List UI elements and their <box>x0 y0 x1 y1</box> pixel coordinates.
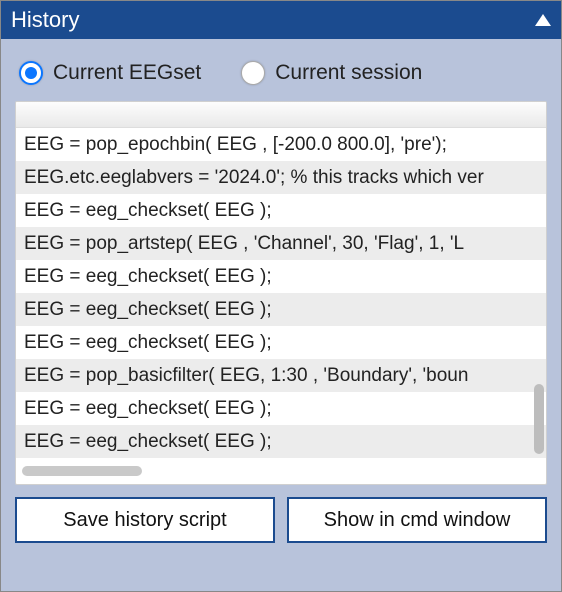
list-item[interactable]: EEG = pop_basicfilter( EEG, 1:30 , 'Boun… <box>16 359 546 392</box>
save-history-script-button[interactable]: Save history script <box>15 497 275 543</box>
list-viewport: EEG = pop_epochbin( EEG , [-200.0 800.0]… <box>16 128 546 458</box>
radio-label: Current EEGset <box>53 61 201 85</box>
history-list[interactable]: EEG = pop_epochbin( EEG , [-200.0 800.0]… <box>15 101 547 485</box>
panel-header: History <box>1 1 561 39</box>
button-row: Save history script Show in cmd window <box>15 497 547 543</box>
list-item[interactable]: EEG = eeg_checkset( EEG ); <box>16 425 546 458</box>
vertical-scrollbar[interactable] <box>532 130 544 454</box>
horizontal-scrollbar-thumb[interactable] <box>22 466 142 476</box>
radio-icon <box>241 61 265 85</box>
list-header-band <box>16 102 546 128</box>
panel-body: Current EEGset Current session EEG = pop… <box>1 39 561 553</box>
list-item[interactable]: EEG = pop_epochbin( EEG , [-200.0 800.0]… <box>16 128 546 161</box>
radio-label: Current session <box>275 61 422 85</box>
list-item[interactable]: EEG = eeg_checkset( EEG ); <box>16 392 546 425</box>
panel-title: History <box>11 7 79 33</box>
show-cmd-window-button[interactable]: Show in cmd window <box>287 497 547 543</box>
history-panel: History Current EEGset Current session E… <box>0 0 562 592</box>
list-item[interactable]: EEG = eeg_checkset( EEG ); <box>16 326 546 359</box>
list-item[interactable]: EEG = eeg_checkset( EEG ); <box>16 260 546 293</box>
list-item[interactable]: EEG = eeg_checkset( EEG ); <box>16 293 546 326</box>
vertical-scrollbar-thumb[interactable] <box>534 384 544 454</box>
radio-icon <box>19 61 43 85</box>
list-item[interactable]: EEG = eeg_checkset( EEG ); <box>16 194 546 227</box>
list-item[interactable]: EEG = pop_artstep( EEG , 'Channel', 30, … <box>16 227 546 260</box>
history-scope-radios: Current EEGset Current session <box>15 55 547 101</box>
list-item[interactable]: EEG.etc.eeglabvers = '2024.0'; % this tr… <box>16 161 546 194</box>
horizontal-scrollbar[interactable] <box>22 466 526 476</box>
radio-current-eegset[interactable]: Current EEGset <box>19 61 201 85</box>
collapse-icon[interactable] <box>535 14 551 26</box>
radio-current-session[interactable]: Current session <box>241 61 422 85</box>
radio-dot-icon <box>25 67 37 79</box>
